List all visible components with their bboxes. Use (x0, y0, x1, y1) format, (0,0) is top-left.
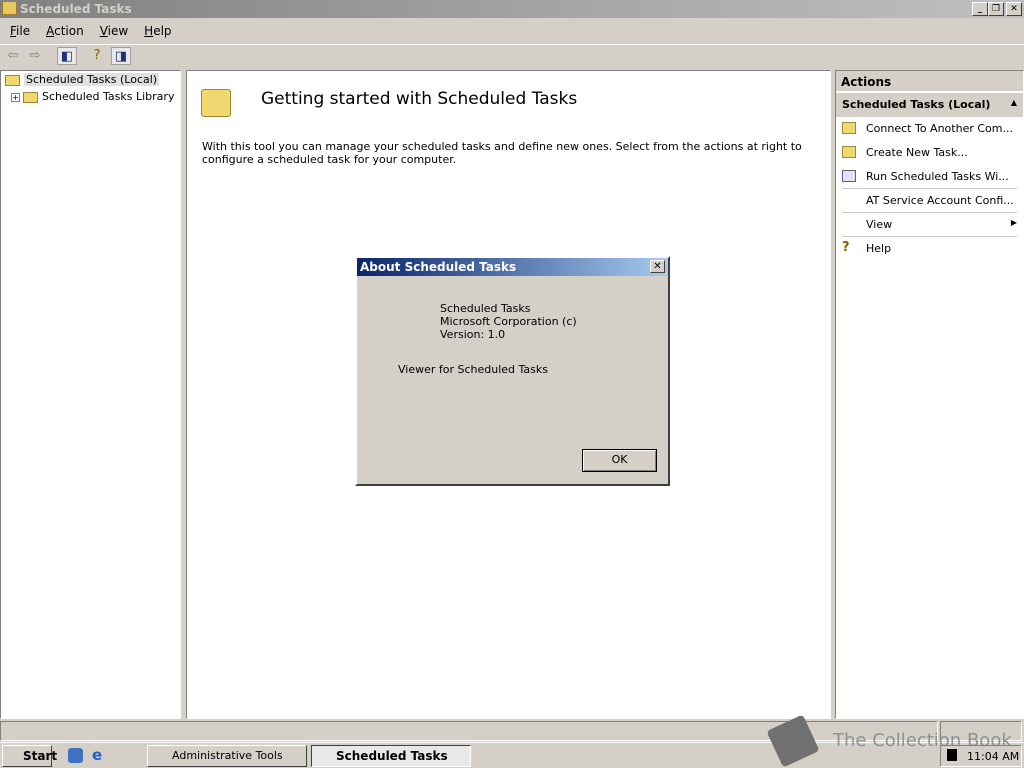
action-label: Help (866, 242, 892, 255)
dialog-title: About Scheduled Tasks (360, 260, 517, 274)
taskbar-admin-tools[interactable]: Administrative Tools (147, 745, 307, 767)
start-button[interactable]: Start (2, 745, 57, 767)
action-view[interactable]: View ▶ (842, 213, 1017, 237)
actions-pane: Actions Scheduled Tasks (Local) ▲ Connect… (835, 70, 1024, 719)
action-label: Run Scheduled Tasks Wi... (866, 170, 1009, 183)
show-hide-action-pane-icon[interactable]: ◨ (111, 47, 131, 65)
action-help[interactable]: ? Help (836, 237, 1023, 261)
menu-view[interactable]: View (94, 22, 134, 40)
forward-icon[interactable]: ⇨ (25, 47, 45, 65)
section-label: Scheduled Tasks (Local) (842, 98, 991, 111)
about-info: Scheduled Tasks Microsoft Corporation (c… (440, 302, 577, 341)
internet-explorer-icon[interactable]: e (92, 748, 107, 763)
console-tree: Scheduled Tasks (Local) + Scheduled Tasks… (0, 70, 181, 719)
wizard-icon (842, 170, 856, 182)
tree-root[interactable]: Scheduled Tasks (Local) (5, 73, 160, 86)
description-text: Viewer for Scheduled Tasks (398, 363, 549, 376)
download-icon[interactable] (947, 749, 957, 761)
tree-root-label: Scheduled Tasks (Local) (24, 73, 160, 86)
ok-button[interactable]: OK (582, 449, 657, 472)
scheduled-tasks-icon (5, 74, 20, 86)
help-icon: ? (842, 241, 856, 254)
folder-icon (842, 146, 856, 158)
product-name: Scheduled Tasks (440, 302, 531, 315)
tree-library[interactable]: + Scheduled Tasks Library (11, 90, 174, 103)
scheduled-tasks-clock-icon (201, 89, 231, 117)
menu-help[interactable]: Help (138, 22, 177, 40)
back-icon[interactable]: ⇦ (3, 47, 23, 65)
book-logo-icon (766, 714, 820, 768)
clock[interactable]: 11:04 AM (967, 750, 1019, 763)
restore-button[interactable]: ❐ (988, 2, 1004, 16)
show-hide-console-tree-icon[interactable]: ◧ (57, 47, 77, 65)
action-label: Create New Task... (866, 146, 968, 159)
expand-icon[interactable]: + (11, 93, 20, 102)
dialog-close-button[interactable]: ✕ (650, 260, 665, 273)
action-run-wizard[interactable]: Run Scheduled Tasks Wi... (842, 165, 1017, 189)
version-text: Version: 1.0 (440, 328, 506, 341)
show-desktop-icon[interactable] (68, 748, 83, 763)
close-button[interactable]: ✕ (1006, 2, 1022, 16)
help-icon[interactable]: ? (87, 47, 107, 65)
menu-action[interactable]: Action (40, 22, 90, 40)
about-dialog: About Scheduled Tasks ✕ Scheduled Tasks M… (355, 256, 670, 486)
action-label: AT Service Account Confi... (866, 194, 1014, 207)
taskbar: Start e Administrative Tools Scheduled T… (0, 714, 1024, 768)
minimize-button[interactable]: _ (972, 2, 988, 16)
company-name: Microsoft Corporation (c) (440, 315, 577, 328)
system-tray: 11:04 AM (940, 745, 1022, 767)
folder-icon (842, 122, 856, 134)
submenu-arrow-icon: ▶ (1010, 218, 1017, 227)
task-label: Scheduled Tasks (336, 749, 448, 763)
taskbar-scheduled-tasks[interactable]: Scheduled Tasks (311, 745, 471, 767)
action-at-service[interactable]: AT Service Account Confi... (842, 189, 1017, 213)
action-create-task[interactable]: Create New Task... (836, 141, 1023, 165)
action-label: Connect To Another Com... (866, 122, 1013, 135)
title-bar: Scheduled Tasks (0, 0, 1024, 18)
toolbar: ⇦ ⇨ ◧ ? ◨ (0, 44, 1024, 66)
task-label: Administrative Tools (172, 749, 283, 762)
actions-header: Actions (836, 71, 1023, 91)
window-title: Scheduled Tasks (20, 2, 132, 16)
actions-section-header[interactable]: Scheduled Tasks (Local) ▲ (836, 93, 1023, 117)
intro-text: With this tool you can manage your sched… (202, 140, 802, 166)
tree-library-label: Scheduled Tasks Library (42, 90, 175, 103)
menu-file[interactable]: File (4, 22, 36, 40)
collapse-icon[interactable]: ▲ (1011, 98, 1017, 107)
scheduled-tasks-icon (2, 1, 17, 15)
dialog-title-bar: About Scheduled Tasks ✕ (357, 258, 668, 276)
action-connect[interactable]: Connect To Another Com... (836, 117, 1023, 141)
action-label: View (866, 218, 893, 231)
folder-icon (23, 91, 38, 103)
start-label: Start (23, 749, 58, 763)
menu-bar: File Action View Help (0, 22, 1024, 42)
page-heading: Getting started with Scheduled Tasks (261, 89, 578, 109)
